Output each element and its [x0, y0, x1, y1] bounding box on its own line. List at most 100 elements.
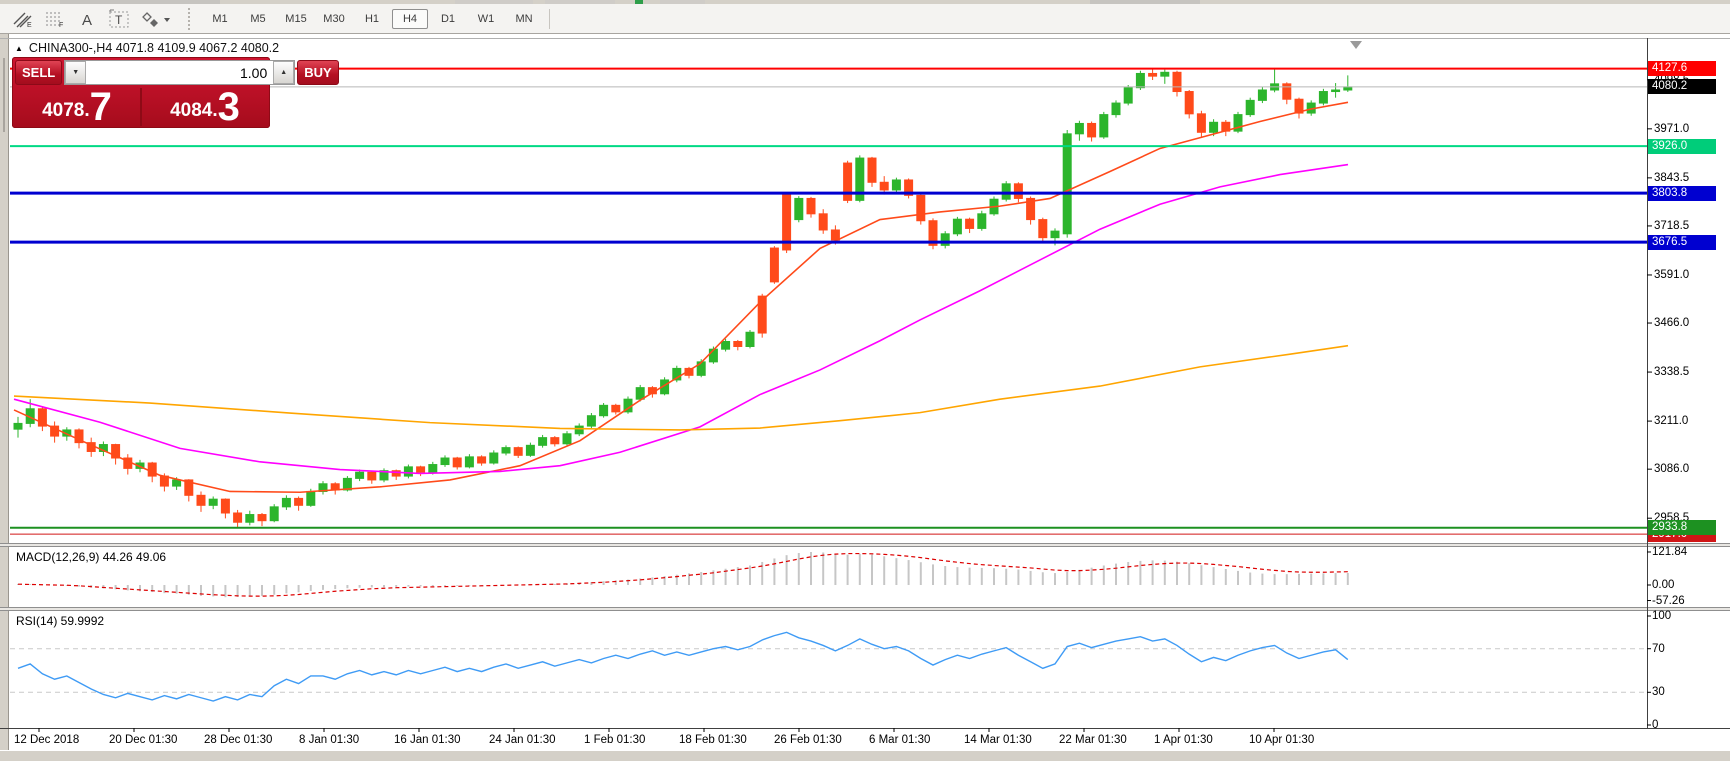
- price-tick-label: 3718.5: [1654, 219, 1692, 233]
- candle-body: [1319, 92, 1327, 104]
- candle-body: [307, 491, 315, 505]
- toolbar-separator: [549, 9, 550, 29]
- candle-body: [417, 467, 425, 472]
- candle-body: [587, 416, 595, 426]
- candle-body: [429, 465, 437, 473]
- candle-body: [173, 480, 181, 486]
- time-axis-label: 20 Dec 01:30: [109, 734, 177, 746]
- tf-button-M5[interactable]: M5: [240, 9, 276, 29]
- candle-body: [551, 438, 559, 444]
- rsi-scale-label: 0: [1652, 718, 1658, 732]
- time-axis-label: 22 Mar 01:30: [1059, 734, 1127, 746]
- volume-spinner: ▼ ▲: [64, 60, 295, 85]
- macd-signal-line: [18, 554, 1348, 597]
- candle-body: [1161, 72, 1169, 76]
- candle-body: [112, 445, 120, 458]
- tf-button-MN[interactable]: MN: [506, 9, 542, 29]
- candle-body: [1027, 198, 1035, 219]
- tf-button-M1[interactable]: M1: [202, 9, 238, 29]
- toolbar-drag-handle[interactable]: [188, 8, 195, 30]
- shapes-arrows-icon[interactable]: [136, 6, 176, 32]
- candle-body: [1051, 231, 1059, 238]
- tf-button-H1[interactable]: H1: [354, 9, 390, 29]
- candle-body: [1039, 220, 1047, 238]
- tf-button-M30[interactable]: M30: [316, 9, 352, 29]
- volume-input[interactable]: [86, 61, 273, 84]
- price-tick-label: 3211.0: [1654, 414, 1691, 428]
- candle-body: [1149, 73, 1157, 76]
- candle-body: [160, 476, 168, 486]
- time-axis-label: 10 Apr 01:30: [1249, 734, 1314, 746]
- candle-body: [1002, 184, 1010, 199]
- candle-body: [941, 234, 949, 246]
- candle-body: [648, 388, 656, 394]
- price-level-label: 2933.8: [1648, 520, 1716, 535]
- candle-body: [502, 448, 510, 453]
- svg-text:F: F: [59, 22, 63, 28]
- sell-price-main: 4078: [42, 101, 84, 123]
- fibonacci-retracement-icon[interactable]: F: [40, 6, 70, 32]
- candle-body: [783, 195, 791, 250]
- candle-body: [1295, 99, 1303, 113]
- volume-decrease-button[interactable]: ▼: [65, 61, 86, 84]
- candle-body: [526, 445, 534, 455]
- price-tick-label: 3591.0: [1654, 268, 1692, 282]
- price-tick-label: 3338.5: [1654, 365, 1692, 379]
- candle-body: [1197, 114, 1205, 132]
- time-axis-label: 1 Apr 01:30: [1154, 734, 1213, 746]
- candle-body: [978, 214, 986, 229]
- sell-price-display[interactable]: 4078.7: [14, 88, 140, 126]
- candle-body: [1063, 134, 1071, 234]
- candle-body: [234, 513, 242, 522]
- candle-body: [124, 458, 132, 468]
- candle-body: [75, 430, 83, 443]
- time-axis-label: 8 Jan 01:30: [299, 734, 359, 746]
- candle-body: [844, 163, 852, 200]
- text-label-tool-icon[interactable]: T: [104, 6, 134, 32]
- price-level-label: 3926.0: [1648, 139, 1716, 154]
- buy-button[interactable]: BUY: [297, 60, 338, 85]
- candle-body: [905, 180, 913, 195]
- text-tool-icon[interactable]: A: [72, 6, 102, 32]
- time-axis-label: 24 Jan 01:30: [489, 734, 556, 746]
- buy-price-pips: 3: [218, 91, 240, 123]
- candle-body: [490, 453, 498, 463]
- sell-price-pips: 7: [90, 91, 112, 123]
- sell-button[interactable]: SELL: [15, 60, 62, 85]
- candle-body: [831, 230, 839, 240]
- candle-body: [1124, 88, 1132, 103]
- left-window-edge: [0, 34, 9, 761]
- candle-body: [856, 158, 864, 200]
- candle-body: [1185, 92, 1193, 114]
- candle-body: [1222, 122, 1230, 131]
- candle-body: [917, 195, 925, 220]
- svg-text:T: T: [115, 13, 123, 27]
- candle-body: [807, 198, 815, 213]
- tf-button-D1[interactable]: D1: [430, 9, 466, 29]
- volume-increase-button[interactable]: ▲: [273, 61, 294, 84]
- buy-price-display[interactable]: 4084.3: [142, 88, 268, 126]
- chart-symbol-header: ▲ CHINA300-,H4 4071.8 4109.9 4067.2 4080…: [15, 41, 279, 55]
- candle-body: [1112, 103, 1120, 115]
- chart-title-text: CHINA300-,H4 4071.8 4109.9 4067.2 4080.2: [29, 41, 279, 55]
- candle-body: [661, 380, 669, 394]
- candle-body: [246, 515, 254, 523]
- candle-body: [197, 495, 205, 505]
- equidistant-channel-icon[interactable]: E: [8, 6, 38, 32]
- tf-button-M15[interactable]: M15: [278, 9, 314, 29]
- tf-button-H4[interactable]: H4: [392, 9, 428, 29]
- candle-body: [746, 332, 754, 346]
- candle-body: [819, 214, 827, 230]
- chart-shift-marker: [1350, 41, 1362, 49]
- collapse-arrow-icon[interactable]: ▲: [15, 44, 23, 53]
- candle-body: [1173, 72, 1181, 91]
- candle-body: [1014, 184, 1022, 199]
- candle-body: [1332, 90, 1340, 92]
- macd-scale-label: 0.00: [1652, 578, 1674, 592]
- tf-button-W1[interactable]: W1: [468, 9, 504, 29]
- pane-divider: [0, 544, 1730, 547]
- price-level-label: 4127.6: [1648, 61, 1716, 76]
- candle-body: [1246, 100, 1254, 114]
- svg-text:A: A: [82, 12, 92, 28]
- rsi-line: [18, 632, 1348, 701]
